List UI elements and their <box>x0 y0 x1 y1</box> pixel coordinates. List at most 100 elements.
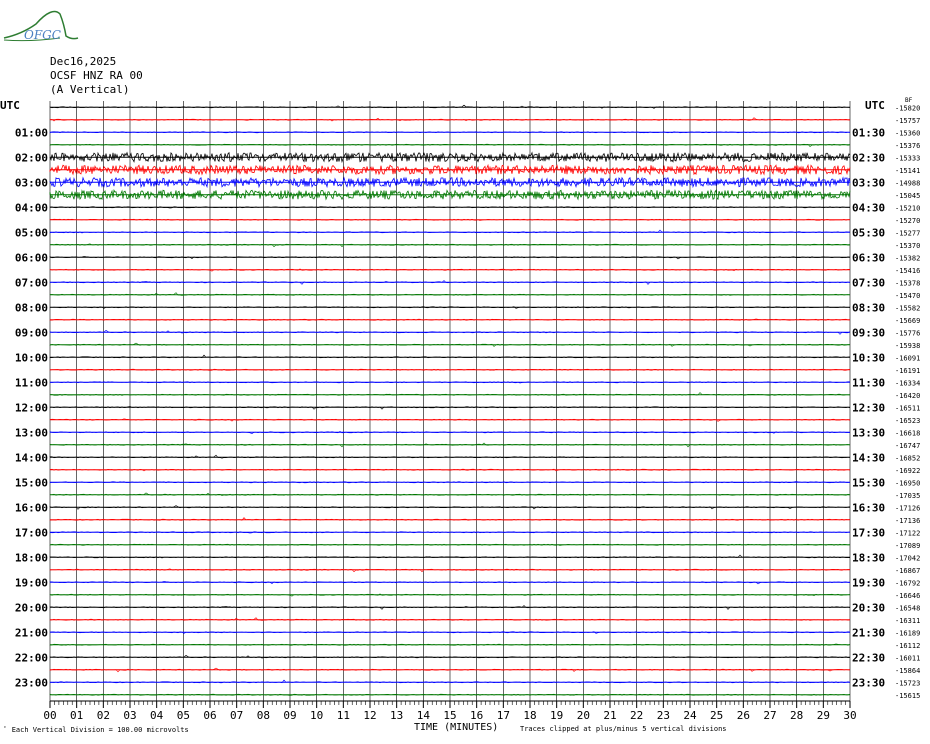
x-tick-label: 24 <box>683 709 697 722</box>
trace-mean-value: -15416 <box>895 267 920 275</box>
x-tick-label: 21 <box>603 709 616 722</box>
trace-mean-value: -15615 <box>895 692 920 700</box>
hour-label-right: 13:30 <box>852 426 885 439</box>
trace-mean-value: -16112 <box>895 642 920 650</box>
trace-mean-value: -16011 <box>895 654 920 662</box>
x-tick-label: 28 <box>790 709 803 722</box>
hour-label-left: 08:00 <box>15 301 48 314</box>
x-tick-label: 09 <box>283 709 296 722</box>
scale-note-text: Each Vertical Division = 100.00 microvol… <box>11 726 189 734</box>
x-tick-label: 13 <box>390 709 403 722</box>
trace-mean-value: -15210 <box>895 204 920 212</box>
x-tick-label: 03 <box>123 709 136 722</box>
right-axis-title: UTC <box>865 99 885 112</box>
hour-label-left: 01:00 <box>15 126 48 139</box>
hour-label-left: 10:00 <box>15 351 48 364</box>
trace-mean-value: -17035 <box>895 492 920 500</box>
hour-label-left: 17:00 <box>15 526 48 539</box>
hour-label-left: 05:00 <box>15 226 48 239</box>
trace-mean-value: -15820 <box>895 104 920 112</box>
x-tick-label: 20 <box>577 709 590 722</box>
trace-mean-value: -15370 <box>895 242 920 250</box>
hour-label-right: 22:30 <box>852 651 885 664</box>
trace-mean-value: -16311 <box>895 617 920 625</box>
trace-mean-value: -16189 <box>895 629 920 637</box>
x-tick-label: 10 <box>310 709 323 722</box>
hour-label-left: 19:00 <box>15 576 48 589</box>
x-tick-label: 30 <box>843 709 856 722</box>
hour-label-left: 06:00 <box>15 251 48 264</box>
trace-mean-value: -15582 <box>895 304 920 312</box>
trace-mean-value: -16950 <box>895 479 920 487</box>
x-tick-label: 25 <box>710 709 723 722</box>
trace-mean-value: -16922 <box>895 467 920 475</box>
hour-label-left: 15:00 <box>15 476 48 489</box>
x-tick-label: 15 <box>443 709 456 722</box>
x-tick-label: 11 <box>337 709 350 722</box>
x-tick-label: 12 <box>363 709 376 722</box>
trace-mean-value: -16523 <box>895 417 920 425</box>
trace-mean-value: -15723 <box>895 679 920 687</box>
scale-note: ﾟ Each Vertical Division = 100.00 microv… <box>4 725 189 735</box>
trace-mean-value: -15360 <box>895 129 920 137</box>
x-tick-label: 14 <box>417 709 431 722</box>
trace-mean-value: -17126 <box>895 504 920 512</box>
trace-mean-value: -15470 <box>895 292 920 300</box>
trace-mean-value: -16548 <box>895 604 920 612</box>
hour-label-left: 11:00 <box>15 376 48 389</box>
hour-label-left: 21:00 <box>15 626 48 639</box>
x-tick-label: 18 <box>523 709 536 722</box>
hour-label-left: 02:00 <box>15 151 48 164</box>
hour-label-right: 15:30 <box>852 476 885 489</box>
x-tick-label: 19 <box>550 709 563 722</box>
trace-mean-value: -15382 <box>895 254 920 262</box>
trace-mean-value: -15776 <box>895 329 920 337</box>
header-component: (A Vertical) <box>50 83 130 96</box>
hour-label-left: 22:00 <box>15 651 48 664</box>
hour-label-right: 06:30 <box>852 251 885 264</box>
trace-mean-value: -16091 <box>895 354 920 362</box>
hour-label-right: 16:30 <box>852 501 885 514</box>
trace-mean-value: -15333 <box>895 154 920 162</box>
hour-label-right: 10:30 <box>852 351 885 364</box>
trace-mean-value: -16792 <box>895 579 920 587</box>
x-tick-label: 05 <box>177 709 190 722</box>
hour-label-right: 07:30 <box>852 276 885 289</box>
hour-label-right: 08:30 <box>852 301 885 314</box>
x-tick-label: 06 <box>203 709 216 722</box>
trace-mean-value: -16747 <box>895 442 920 450</box>
x-tick-label: 23 <box>657 709 670 722</box>
hour-label-right: 21:30 <box>852 626 885 639</box>
hour-label-right: 09:30 <box>852 326 885 339</box>
trace-mean-value: -17042 <box>895 554 920 562</box>
trace-mean-value: -15277 <box>895 229 920 237</box>
hour-label-right: 18:30 <box>852 551 885 564</box>
x-tick-label: 29 <box>817 709 830 722</box>
hour-label-right: 05:30 <box>852 226 885 239</box>
x-tick-label: 01 <box>70 709 83 722</box>
trace-mean-value: -15270 <box>895 217 920 225</box>
x-tick-label: 22 <box>630 709 643 722</box>
small-mark: ﾟ <box>4 726 8 734</box>
hour-label-right: 20:30 <box>852 601 885 614</box>
trace-mean-value: -16511 <box>895 404 920 412</box>
trace-mean-value: -17089 <box>895 542 920 550</box>
trace-mean-value: -15376 <box>895 142 920 150</box>
trace-mean-value: -15141 <box>895 167 920 175</box>
hour-label-left: 04:00 <box>15 201 48 214</box>
x-tick-label: 16 <box>470 709 483 722</box>
clip-note: Traces clipped at plus/minus 5 vertical … <box>520 725 727 733</box>
hour-label-right: 19:30 <box>852 576 885 589</box>
hour-label-right: 17:30 <box>852 526 885 539</box>
trace-mean-value: -15938 <box>895 342 920 350</box>
hour-label-right: 02:30 <box>852 151 885 164</box>
helicorder-plot: UTC UTC 01:00 02:00 03:00 04:00 05:00 06:00 07:0… <box>0 97 920 722</box>
x-tick-label: 17 <box>497 709 510 722</box>
hour-label-right: 14:30 <box>852 451 885 464</box>
trace-mean-value: -16618 <box>895 429 920 437</box>
x-tick-label: 08 <box>257 709 270 722</box>
ofgc-logo-text: OFGC <box>24 28 61 42</box>
x-tick-label: 02 <box>97 709 110 722</box>
hour-label-left: 18:00 <box>15 551 48 564</box>
hour-label-left: 20:00 <box>15 601 48 614</box>
